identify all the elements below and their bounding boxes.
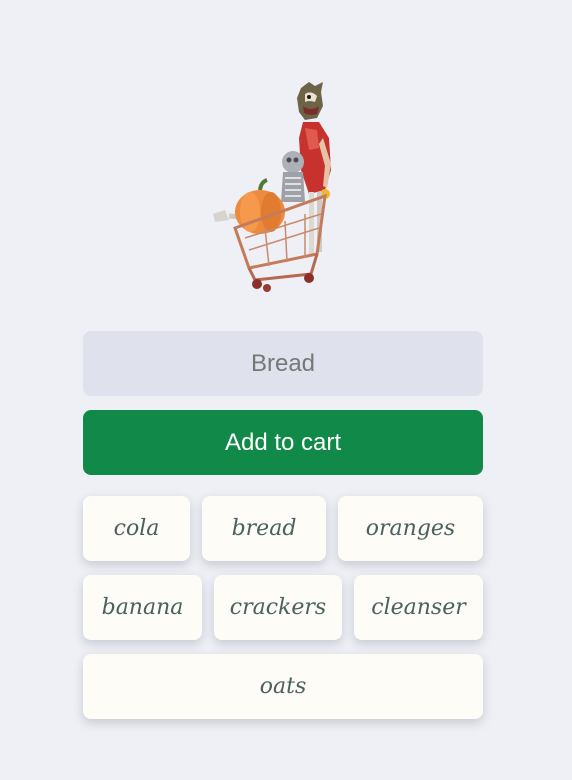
chip-oranges[interactable]: oranges — [338, 496, 483, 561]
chip-row-1: cola bread oranges — [83, 496, 483, 561]
chip-cola[interactable]: cola — [83, 496, 190, 561]
chip-bread[interactable]: bread — [202, 496, 326, 561]
chip-banana[interactable]: banana — [83, 575, 202, 640]
chip-row-3: oats — [83, 654, 483, 719]
chip-crackers[interactable]: crackers — [214, 575, 342, 640]
chip-oats[interactable]: oats — [83, 654, 483, 719]
app: Add to cart cola bread oranges banana cr… — [0, 0, 572, 780]
add-to-cart-button[interactable]: Add to cart — [83, 410, 483, 475]
item-input[interactable] — [83, 331, 483, 396]
skeleton-cart-illustration — [205, 78, 345, 294]
suggestion-chips: cola bread oranges banana crackers clean… — [83, 496, 483, 733]
chip-row-2: banana crackers cleanser — [83, 575, 483, 640]
chip-cleanser[interactable]: cleanser — [354, 575, 483, 640]
skeleton-cart-icon — [213, 82, 331, 292]
